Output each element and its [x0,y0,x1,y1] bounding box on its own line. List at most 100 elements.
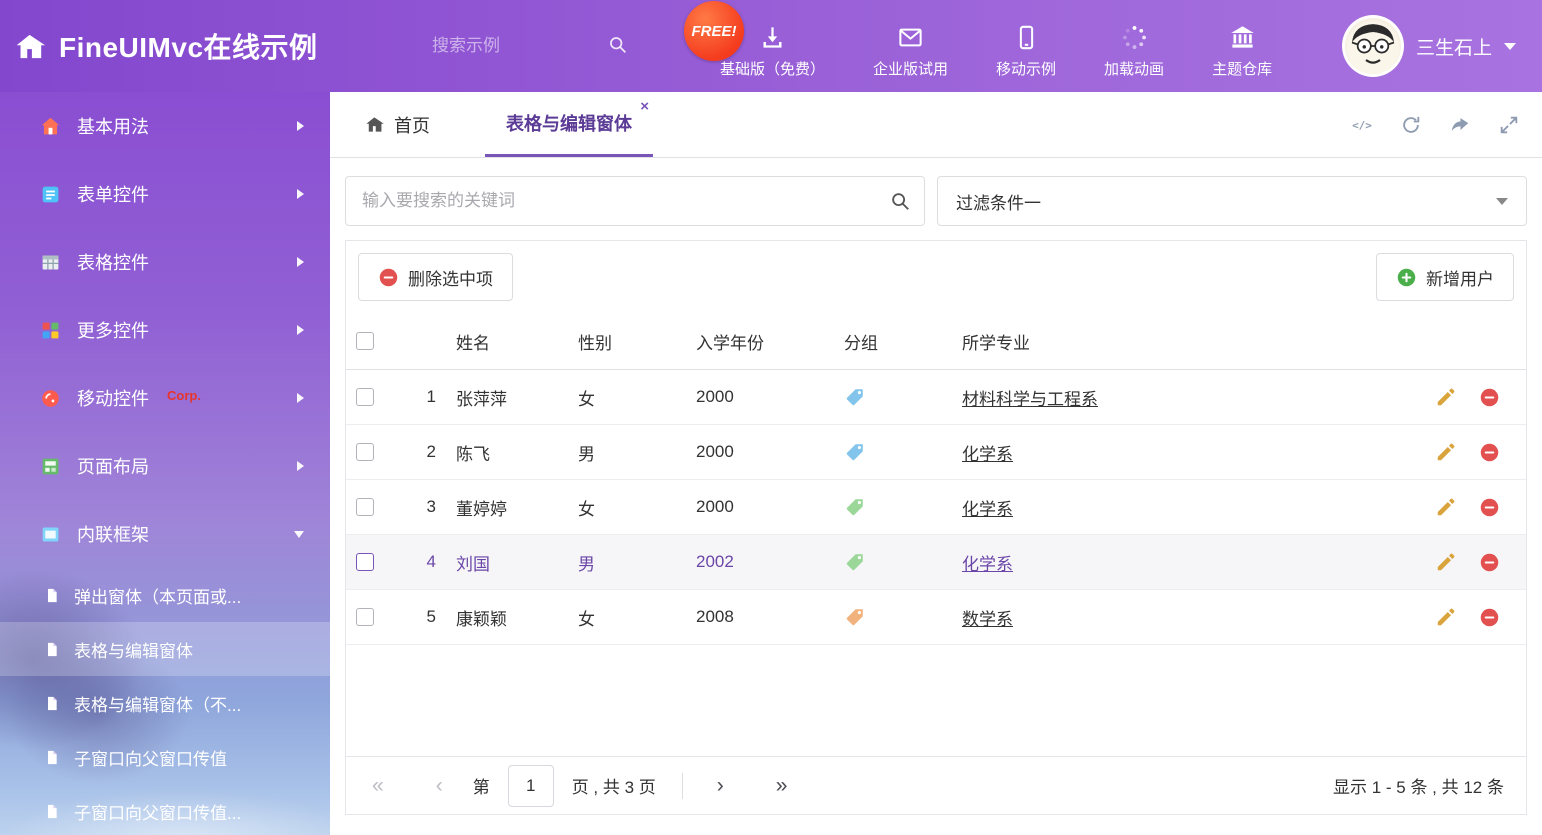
sidebar-item[interactable]: 移动控件 Corp. [0,364,330,432]
search-icon[interactable] [607,34,628,55]
tab-home[interactable]: 首页 [345,92,451,157]
edit-icon[interactable] [1435,551,1457,573]
cell-gender: 男 [568,425,686,479]
add-user-button[interactable]: 新增用户 [1376,253,1514,301]
cell-gender: 男 [568,535,686,589]
tag-icon [844,496,866,518]
edit-icon[interactable] [1435,441,1457,463]
cell-name: 陈飞 [446,425,568,479]
home-c-icon [40,116,61,137]
chevron-down-icon [1496,198,1508,205]
delete-selected-button[interactable]: 删除选中项 [358,253,513,301]
keyword-input[interactable] [345,176,925,226]
chevron-right-icon [297,325,304,335]
username: 三生石上 [1416,33,1492,60]
sidebar-item[interactable]: 表单控件 [0,160,330,228]
delete-icon[interactable] [1479,607,1500,628]
header-nav-item[interactable]: 企业版试用 [873,14,948,79]
sidebar-subitem[interactable]: 子窗口向父窗口传值... [0,784,330,835]
filter-dropdown-value: 过滤条件一 [956,189,1041,214]
search-icon[interactable] [889,190,911,212]
next-page-button[interactable]: › [717,774,724,798]
sidebar-subitem[interactable]: 弹出窗体（本页面或... [0,568,330,622]
table-row[interactable]: 2 陈飞 男 2000 化学系 [346,425,1526,480]
first-page-button[interactable]: « [372,774,384,798]
table-row[interactable]: 4 刘国 男 2002 化学系 [346,535,1526,590]
tab-active[interactable]: 表格与编辑窗体 × [485,92,653,157]
data-grid: 姓名 性别 入学年份 分组 所学专业 1 张萍萍 女 2000 材料科学与工程系… [346,313,1526,645]
column-header-major: 所学专业 [952,313,1411,369]
cell-gender: 女 [568,370,686,424]
refresh-button[interactable] [1400,114,1422,136]
select-all-checkbox[interactable] [356,332,374,350]
row-checkbox[interactable] [356,388,374,406]
cell-gender: 女 [568,480,686,534]
sidebar-item[interactable]: 内联框架 [0,500,330,568]
free-badge: FREE! [684,1,744,61]
sidebar-subitem[interactable]: 表格与编辑窗体（不... [0,676,330,730]
sidebar-item[interactable]: 页面布局 [0,432,330,500]
plus-circle-icon [1396,267,1417,288]
column-header-year: 入学年份 [686,313,834,369]
major-link[interactable]: 化学系 [962,440,1013,465]
cell-year: 2000 [686,370,834,424]
column-header-gender: 性别 [568,313,686,369]
header-nav-item[interactable]: 加载动画 [1104,14,1164,79]
filter-dropdown[interactable]: 过滤条件一 [937,176,1527,226]
cell-name: 康颖颖 [446,590,568,644]
code-button[interactable] [1351,114,1373,136]
header-nav-item[interactable]: 移动示例 [996,14,1056,79]
app-title: FineUIMvc在线示例 [59,26,318,66]
row-checkbox[interactable] [356,608,374,626]
sidebar-item[interactable]: 基本用法 [0,92,330,160]
minus-circle-icon [378,267,399,288]
header-nav-item[interactable]: 主题仓库 [1212,14,1272,79]
row-number: 2 [398,425,446,479]
tag-icon [844,386,866,408]
header-nav: 基础版（免费） 企业版试用 移动示例 加载动画 主题仓库 [720,14,1272,79]
user-menu[interactable]: 三生石上 [1342,15,1542,77]
edit-icon[interactable] [1435,496,1457,518]
tag-icon [844,441,866,463]
row-checkbox[interactable] [356,443,374,461]
row-number: 4 [398,535,446,589]
forward-button[interactable] [1449,114,1471,136]
row-number: 5 [398,590,446,644]
row-checkbox[interactable] [356,498,374,516]
major-link[interactable]: 化学系 [962,495,1013,520]
sidebar-item[interactable]: 更多控件 [0,296,330,364]
table-row[interactable]: 5 康颖颖 女 2008 数学系 [346,590,1526,645]
major-link[interactable]: 数学系 [962,605,1013,630]
chevron-right-icon [297,257,304,267]
table-row[interactable]: 3 董婷婷 女 2000 化学系 [346,480,1526,535]
file-icon [44,748,60,767]
sidebar-subitem[interactable]: 表格与编辑窗体 [0,622,330,676]
edit-icon[interactable] [1435,606,1457,628]
delete-icon[interactable] [1479,552,1500,573]
major-link[interactable]: 化学系 [962,550,1013,575]
row-checkbox[interactable] [356,553,374,571]
grid-panel: 删除选中项 新增用户 姓名 性别 入学年份 分组 所 [345,240,1527,815]
brand[interactable]: FineUIMvc在线示例 [0,26,414,66]
prev-page-button[interactable]: ‹ [436,774,443,798]
sidebar: 基本用法 表单控件 表格控件 更多控件 移动控件 Corp. 页面布局 内联框架 [0,92,330,835]
expand-icon [1498,114,1520,136]
edit-icon[interactable] [1435,386,1457,408]
delete-icon[interactable] [1479,442,1500,463]
last-page-button[interactable]: » [776,774,788,798]
expand-button[interactable] [1498,114,1520,136]
tab-home-label: 首页 [394,112,430,138]
forward-icon [1449,114,1471,136]
major-link[interactable]: 材料科学与工程系 [962,385,1098,410]
table-row[interactable]: 1 张萍萍 女 2000 材料科学与工程系 [346,370,1526,425]
sidebar-subitem[interactable]: 子窗口向父窗口传值 [0,730,330,784]
avatar[interactable] [1342,15,1404,77]
sidebar-item[interactable]: 表格控件 [0,228,330,296]
envelope-icon [897,24,924,51]
header-search-input[interactable] [430,30,630,62]
page-number-input[interactable] [508,765,554,807]
close-icon[interactable]: × [640,99,649,114]
chevron-right-icon [297,121,304,131]
delete-icon[interactable] [1479,387,1500,408]
delete-icon[interactable] [1479,497,1500,518]
